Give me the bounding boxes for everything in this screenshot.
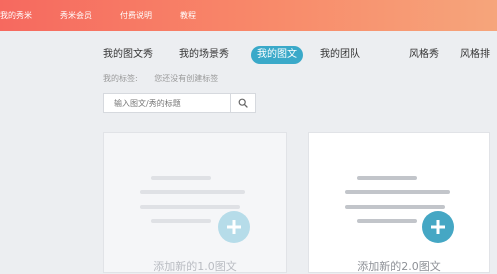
tab-my-graphics[interactable]: 我的图文: [251, 46, 303, 64]
search-input[interactable]: [104, 94, 231, 112]
placeholder-line: [345, 190, 450, 194]
top-navigation-bar: 我的秀米 秀米会员 付费说明 教程: [0, 0, 497, 31]
tags-empty-text: 您还没有创建标签: [154, 74, 219, 83]
placeholder-line: [345, 205, 445, 209]
tag-row: 我的标签: 您还没有创建标签: [103, 73, 218, 84]
card-label: 添加新的1.0图文: [153, 260, 237, 273]
nav-my-xiumi-link[interactable]: 我的秀米: [0, 10, 32, 21]
add-graphic-v1-card[interactable]: 添加新的1.0图文: [103, 132, 287, 273]
card-label: 添加新的2.0图文: [357, 260, 441, 273]
placeholder-line: [151, 219, 211, 223]
tab-style-layout[interactable]: 风格排: [460, 46, 490, 64]
placeholder-line: [151, 176, 211, 180]
search-button[interactable]: [230, 94, 255, 112]
plus-glyph-icon: [227, 220, 241, 234]
plus-icon[interactable]: [218, 211, 250, 243]
tab-my-team[interactable]: 我的团队: [320, 46, 360, 64]
tab-my-graphic-shows[interactable]: 我的图文秀: [103, 46, 153, 64]
plus-glyph-icon: [431, 220, 445, 234]
top-nav-links: 我的秀米 秀米会员 付费说明 教程: [0, 10, 196, 21]
search-box: [103, 93, 256, 113]
nav-pricing-link[interactable]: 付费说明: [120, 10, 152, 21]
nav-tutorial-link[interactable]: 教程: [180, 10, 196, 21]
placeholder-line: [357, 176, 417, 180]
add-graphic-v2-card[interactable]: 添加新的2.0图文: [308, 132, 490, 273]
plus-icon[interactable]: [422, 211, 454, 243]
search-icon: [238, 98, 248, 108]
placeholder-line: [140, 190, 245, 194]
placeholder-line: [140, 205, 240, 209]
tab-style-shows[interactable]: 风格秀: [409, 46, 439, 64]
nav-membership-link[interactable]: 秀米会员: [60, 10, 92, 21]
tab-my-scene-shows[interactable]: 我的场景秀: [179, 46, 229, 64]
placeholder-line: [357, 219, 417, 223]
tags-label: 我的标签:: [103, 74, 138, 83]
